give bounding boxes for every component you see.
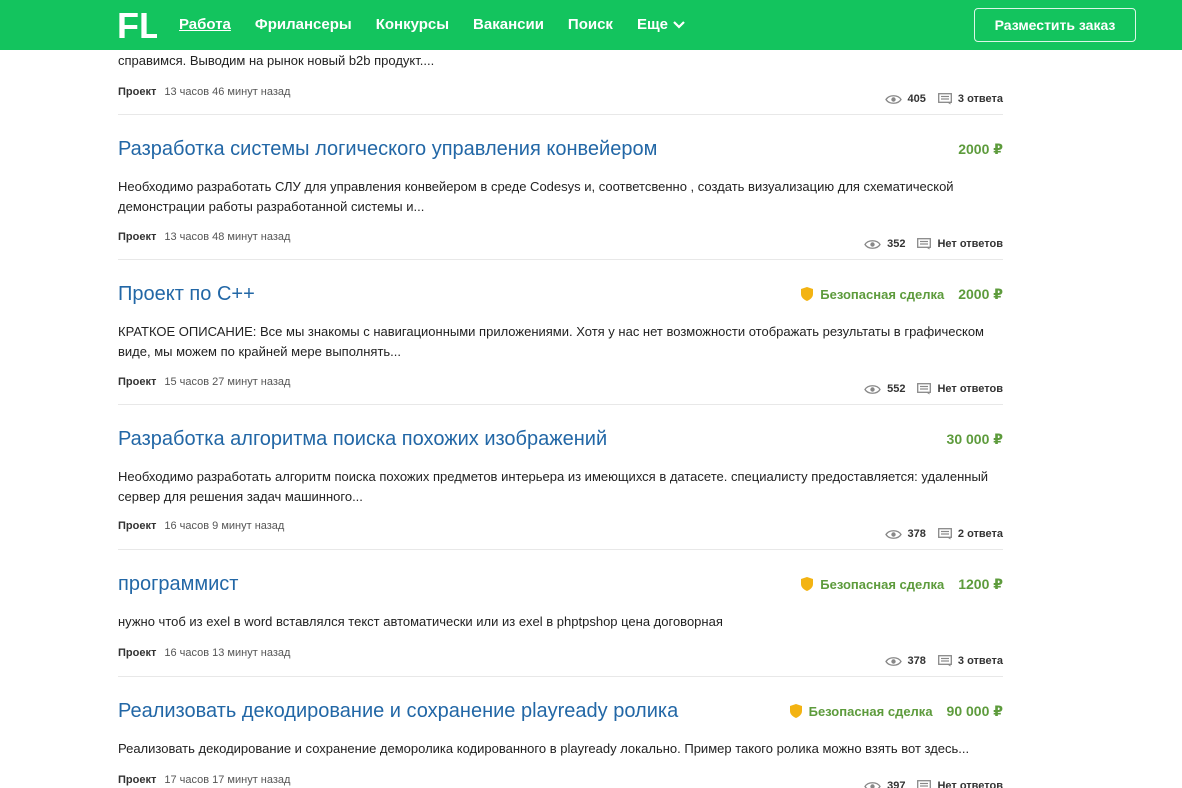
eye-icon <box>884 529 902 539</box>
views-count: 552 <box>887 383 906 395</box>
chevron-down-icon <box>673 21 685 29</box>
divider <box>118 549 1003 550</box>
project-time: 16 часов 13 минут назад <box>164 647 291 659</box>
project-price: 1200 ₽ <box>958 575 1003 592</box>
project-price: 30 000 ₽ <box>946 430 1003 447</box>
comment-icon <box>917 780 932 788</box>
project-time: 13 часов 48 минут назад <box>164 231 291 243</box>
project-meta: Проект 17 часов 17 минут назад <box>118 774 290 786</box>
main-nav: Работа Фрилансеры Конкурсы Вакансии Поис… <box>179 0 709 50</box>
project-description: Необходимо разработать СЛУ для управлени… <box>118 179 954 214</box>
project-kind: Проект <box>118 86 157 98</box>
project-stats: 378 3 ответа <box>884 655 1003 667</box>
eye-icon <box>864 239 881 249</box>
nav-search[interactable]: Поиск <box>568 15 613 35</box>
project-meta: Проект 15 часов 27 минут назад <box>118 376 290 388</box>
project-time: 15 часов 27 минут назад <box>164 376 291 388</box>
project-stats: 552 Нет ответов <box>864 383 1003 395</box>
nav-contests[interactable]: Конкурсы <box>376 15 449 35</box>
project-description: КРАТКОЕ ОПИСАНИЕ: Все мы знакомы с навиг… <box>118 324 984 359</box>
project-time: 13 часов 46 минут назад <box>164 86 291 98</box>
project-description: нужно чтоб из exel в word вставлялся тек… <box>118 614 723 629</box>
project-description: Необходимо разработать алгоритм поиска п… <box>118 469 989 504</box>
project-title[interactable]: Проект по С++ <box>118 281 255 307</box>
project-title[interactable]: программист <box>118 571 238 597</box>
project-description: Реализовать декодирование и сохранение д… <box>118 741 970 756</box>
project-meta: Проект 16 часов 13 минут назад <box>118 647 290 659</box>
top-navbar: FL Работа Фрилансеры Конкурсы Вакансии П… <box>0 0 1182 50</box>
project-meta: Проект 16 часов 9 минут назад <box>118 520 284 532</box>
project-time: 16 часов 9 минут назад <box>164 520 285 532</box>
shield-icon <box>789 704 802 718</box>
project-price: 2000 ₽ <box>958 285 1003 302</box>
nav-freelancers[interactable]: Фрилансеры <box>255 15 352 35</box>
answers-link[interactable]: Нет ответов <box>917 383 1003 395</box>
project-kind: Проект <box>118 231 157 243</box>
answers-link[interactable]: Нет ответов <box>917 238 1003 250</box>
divider <box>118 114 1003 115</box>
project-meta: Проект 13 часов 48 минут назад <box>118 231 290 243</box>
project-kind: Проект <box>118 647 157 659</box>
comment-icon <box>937 528 952 540</box>
safe-deal-badge: Безопасная сделка <box>801 577 944 592</box>
project-stats: 352 Нет ответов <box>864 238 1003 250</box>
shield-icon <box>801 287 814 301</box>
views-count: 378 <box>907 655 926 667</box>
fl-logo[interactable]: FL <box>117 8 157 40</box>
nav-vacancies[interactable]: Вакансии <box>473 15 544 35</box>
comment-icon <box>937 93 952 105</box>
nav-work[interactable]: Работа <box>179 15 231 35</box>
project-kind: Проект <box>118 774 157 786</box>
project-title[interactable]: Разработка системы логического управлени… <box>118 136 657 162</box>
project-title[interactable]: Реализовать декодирование и сохранение p… <box>118 698 678 724</box>
divider <box>118 259 1003 260</box>
views-count: 378 <box>907 528 926 540</box>
divider <box>118 676 1003 677</box>
views-count: 352 <box>887 238 906 250</box>
nav-more[interactable]: Еще <box>637 15 685 35</box>
safe-deal-badge: Безопасная сделка <box>801 287 944 302</box>
project-stats: 378 2 ответа <box>884 528 1003 540</box>
svg-text:FL: FL <box>117 8 157 40</box>
answers-link[interactable]: 3 ответа <box>937 93 1003 105</box>
project-price: 90 000 ₽ <box>946 702 1003 719</box>
safe-deal-badge: Безопасная сделка <box>789 704 933 719</box>
project-title[interactable]: Разработка алгоритма поиска похожих изоб… <box>118 426 607 452</box>
eye-icon <box>884 94 902 104</box>
eye-icon <box>884 656 902 666</box>
comment-icon <box>937 655 952 667</box>
views-count: 397 <box>887 780 906 788</box>
project-stats: 397 Нет ответов <box>864 780 1003 788</box>
comment-icon <box>917 383 932 395</box>
project-kind: Проект <box>118 520 157 532</box>
shield-icon <box>801 577 814 591</box>
eye-icon <box>864 781 881 788</box>
eye-icon <box>864 384 881 394</box>
project-stats: 405 3 ответа <box>884 93 1003 105</box>
project-description: справимся. Выводим на рынок новый b2b пр… <box>118 53 435 68</box>
views-count: 405 <box>907 93 926 105</box>
answers-link[interactable]: Нет ответов <box>917 780 1003 788</box>
project-price: 2000 ₽ <box>958 140 1003 157</box>
project-kind: Проект <box>118 376 157 388</box>
comment-icon <box>917 238 932 250</box>
post-order-button[interactable]: Разместить заказ <box>974 8 1136 42</box>
divider <box>118 404 1003 405</box>
answers-link[interactable]: 3 ответа <box>937 655 1003 667</box>
answers-link[interactable]: 2 ответа <box>937 528 1003 540</box>
project-time: 17 часов 17 минут назад <box>164 774 291 786</box>
project-meta: Проект 13 часов 46 минут назад <box>118 86 290 98</box>
